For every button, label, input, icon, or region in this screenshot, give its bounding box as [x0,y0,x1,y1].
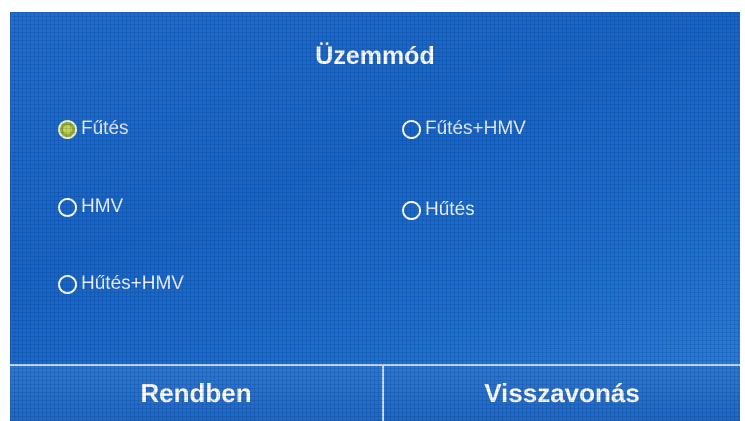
option-label: Fűtés [81,118,129,139]
cancel-button[interactable]: Visszavonás [384,366,740,421]
mode-dialog: Üzemmód Fűtés Fűtés+HMV HMV Hűtés Hűtés+… [10,12,740,421]
dialog-title: Üzemmód [315,42,435,70]
option-futes[interactable]: Fűtés [58,118,129,140]
radio-unselected-icon[interactable] [402,200,421,220]
option-hutes-hmv[interactable]: Hűtés+HMV [58,273,184,295]
radio-selected-icon[interactable] [58,119,77,139]
ok-button[interactable]: Rendben [10,366,384,421]
option-label: Fűtés+HMV [425,118,526,139]
option-label: HMV [81,196,124,217]
option-hmv[interactable]: HMV [58,196,123,218]
option-label: Hűtés+HMV [81,273,184,294]
radio-unselected-icon[interactable] [402,119,421,139]
option-futes-hmv[interactable]: Fűtés+HMV [402,118,526,140]
radio-unselected-icon[interactable] [58,274,77,294]
radio-unselected-icon[interactable] [58,197,77,217]
option-label: Hűtés [425,199,475,220]
option-hutes[interactable]: Hűtés [402,199,475,221]
button-bar: Rendben Visszavonás [10,364,740,421]
